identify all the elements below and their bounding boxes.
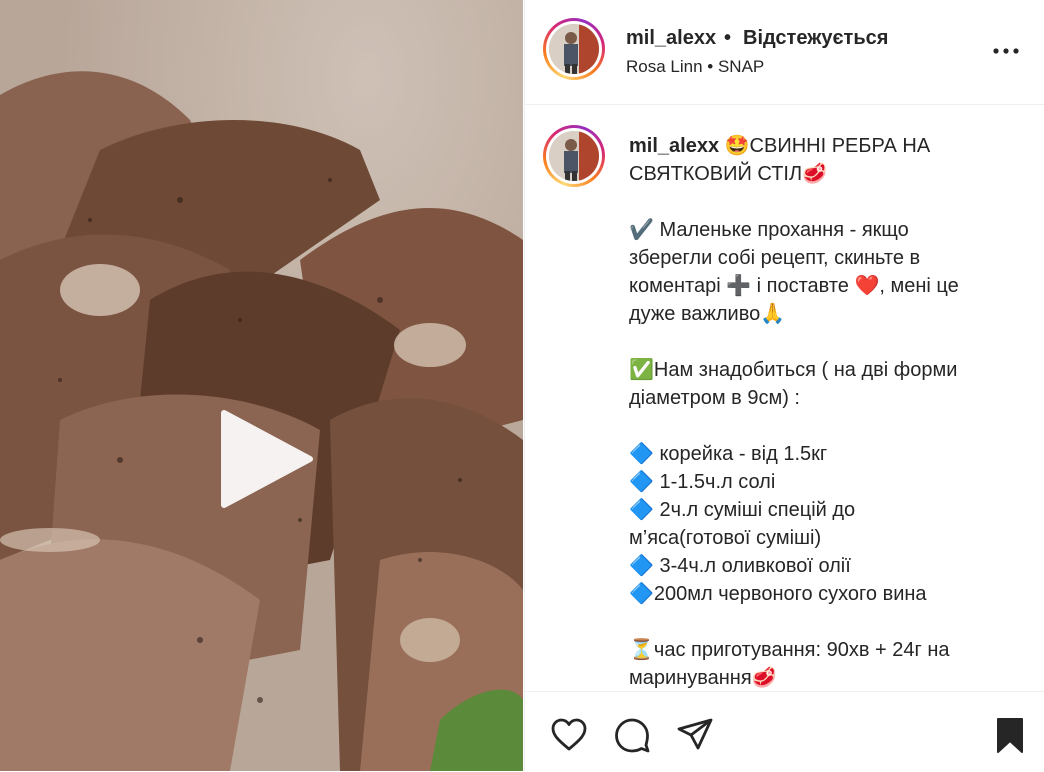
caption-text: mil_alexx 🤩СВИННІ РЕБРА НА СВЯТКОВИЙ СТІ… bbox=[629, 132, 969, 691]
post-media[interactable] bbox=[0, 0, 523, 771]
caption-body: 🤩СВИННІ РЕБРА НА СВЯТКОВИЙ СТІЛ🥩 ✔️ Мале… bbox=[629, 135, 959, 689]
caption-avatar[interactable] bbox=[543, 125, 605, 187]
comment-icon[interactable] bbox=[613, 716, 651, 754]
play-icon[interactable] bbox=[214, 407, 318, 511]
caption-username[interactable]: mil_alexx bbox=[629, 135, 719, 157]
food-photo bbox=[0, 0, 523, 771]
caption-section: mil_alexx 🤩СВИННІ РЕБРА НА СВЯТКОВИЙ СТІ… bbox=[525, 105, 1044, 691]
audio-label[interactable]: Rosa Linn • SNAP bbox=[626, 57, 764, 77]
follow-status-button[interactable]: Відстежується bbox=[743, 27, 888, 50]
share-icon[interactable] bbox=[676, 716, 714, 754]
separator-dot: • bbox=[724, 27, 732, 49]
post-side-panel: mil_alexx • Відстежується Rosa Linn • SN… bbox=[524, 0, 1044, 771]
bookmark-icon[interactable] bbox=[991, 716, 1029, 754]
avatar[interactable] bbox=[543, 18, 605, 80]
more-options-icon[interactable] bbox=[991, 36, 1021, 66]
action-bar bbox=[525, 691, 1044, 772]
author-username[interactable]: mil_alexx bbox=[626, 27, 716, 50]
heart-icon[interactable] bbox=[550, 716, 588, 754]
post-header: mil_alexx • Відстежується Rosa Linn • SN… bbox=[525, 0, 1044, 105]
